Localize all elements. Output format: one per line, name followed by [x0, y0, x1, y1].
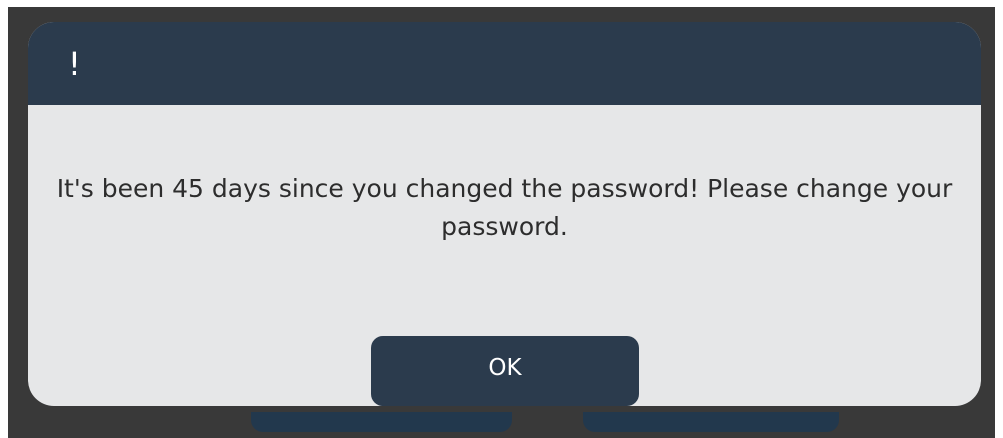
password-alert-dialog: ! It's been 45 days since you changed th… — [28, 22, 981, 406]
dialog-message: It's been 45 days since you changed the … — [56, 174, 953, 241]
ok-button[interactable]: OK — [371, 336, 639, 406]
dialog-header: ! — [28, 22, 981, 105]
background-button-left — [251, 412, 512, 432]
background-button-right — [583, 412, 839, 432]
alert-exclamation-icon: ! — [68, 45, 81, 83]
